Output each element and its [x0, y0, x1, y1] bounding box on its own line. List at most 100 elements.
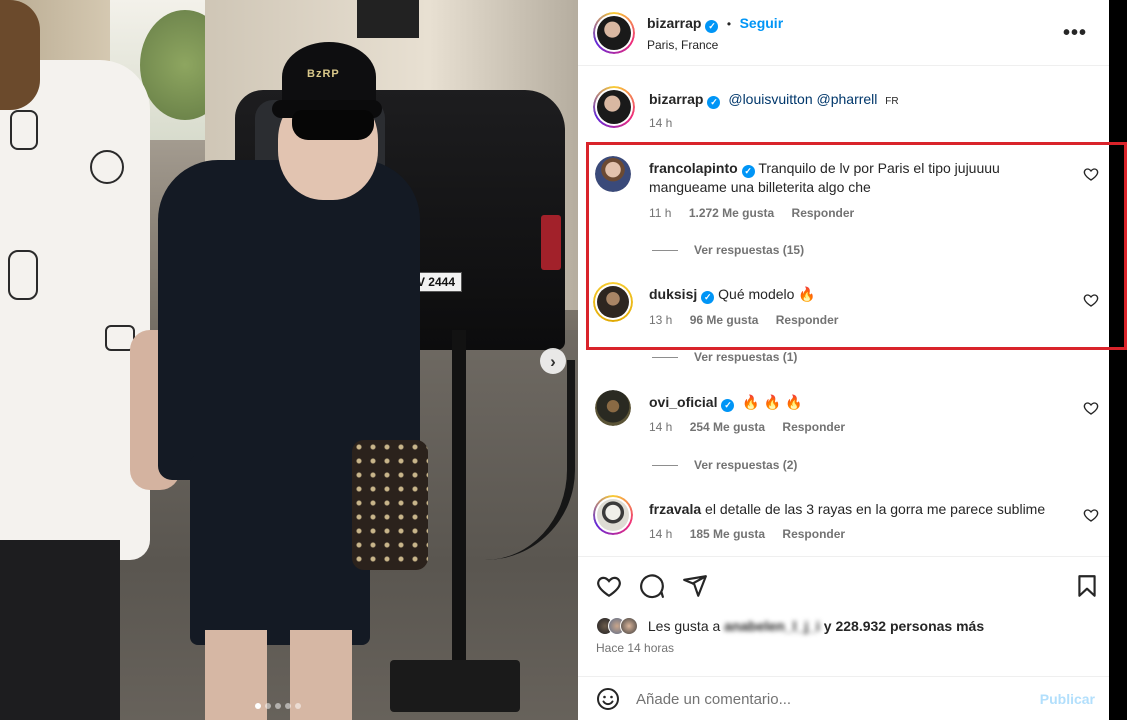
verified-badge-icon: ✓: [741, 165, 755, 178]
commenter-username[interactable]: duksisj: [649, 286, 697, 302]
add-comment-input[interactable]: [636, 688, 1016, 710]
comment-item: francolapinto ✓ Tranquilo de lv por Paris…: [578, 156, 1109, 236]
author-avatar[interactable]: [593, 12, 635, 54]
comment-likes[interactable]: 1.272 Me gusta: [689, 206, 774, 220]
verified-badge-icon: ✓: [705, 20, 719, 33]
comment-meta: 14 h 254 Me gusta Responder: [649, 420, 845, 434]
hair: [0, 0, 40, 110]
caption-text: bizarrap ✓ @louisvuitton @pharrell FR: [649, 90, 1054, 111]
reply-button[interactable]: Responder: [792, 206, 855, 220]
view-replies-button[interactable]: Ver respuestas (2): [652, 458, 797, 472]
comment-body: Qué modelo 🔥: [718, 286, 816, 302]
add-comment-bar: Publicar: [578, 676, 1109, 720]
comment-text: francolapinto ✓ Tranquilo de lv por Paris…: [649, 159, 1054, 197]
like-comment-heart-icon[interactable]: [1083, 166, 1099, 182]
white-jacket-person: [0, 60, 150, 560]
comment-meta: 13 h 96 Me gusta Responder: [649, 313, 838, 327]
barrier-pole-base: [390, 660, 520, 712]
comment-likes[interactable]: 185 Me gusta: [690, 527, 765, 541]
like-comment-heart-icon[interactable]: [1083, 400, 1099, 416]
commenter-avatar[interactable]: [593, 282, 633, 322]
cap-logo: BzRP: [307, 68, 340, 80]
verified-badge-icon: ✓: [707, 96, 721, 109]
jacket-doodle: [10, 110, 38, 150]
post-photo[interactable]: V 2444 BzRP ›: [0, 0, 578, 720]
comment-time: 14 h: [649, 420, 673, 434]
comment-time: 14 h: [649, 527, 673, 541]
separator-dot: •: [726, 17, 732, 31]
verified-badge-icon: ✓: [721, 399, 735, 412]
comment-item: duksisj ✓ Qué modelo 🔥 13 h 96 Me gusta R…: [578, 282, 1109, 342]
commenter-username[interactable]: frzavala: [649, 501, 701, 517]
comment-likes[interactable]: 254 Me gusta: [690, 420, 765, 434]
caption-mentions[interactable]: @louisvuitton @pharrell: [728, 91, 877, 107]
caption-time: 14 h: [649, 116, 673, 130]
verified-badge-icon: ✓: [701, 291, 715, 304]
carousel-dot[interactable]: [275, 703, 281, 709]
like-heart-icon[interactable]: [596, 573, 622, 599]
view-replies-button[interactable]: Ver respuestas (15): [652, 243, 804, 257]
caption-author-avatar[interactable]: [593, 86, 635, 128]
barrier-pole: [452, 330, 466, 690]
more-options-icon[interactable]: •••: [1063, 22, 1087, 45]
emoji-icon[interactable]: [596, 687, 620, 711]
jacket-doodle: [90, 150, 124, 184]
view-replies-button[interactable]: Ver respuestas (1): [652, 350, 797, 364]
commenter-username[interactable]: francolapinto: [649, 160, 738, 176]
liker-avatar[interactable]: [620, 617, 638, 635]
commenter-avatar[interactable]: [595, 390, 631, 426]
black-shorts: [190, 455, 370, 645]
comment-body: 🔥 🔥 🔥: [742, 394, 803, 410]
likes-summary: Les gusta a anabelen_l_j_i y 228.932 per…: [596, 617, 984, 635]
carousel-dot[interactable]: [285, 703, 291, 709]
comment-icon[interactable]: [639, 573, 665, 599]
shop-sign: [357, 0, 419, 38]
reply-button[interactable]: Responder: [782, 527, 845, 541]
sunglasses: [292, 110, 374, 140]
comment-item: ovi_oficial ✓ 🔥 🔥 🔥 14 h 254 Me gusta Res…: [578, 390, 1109, 450]
carousel-dots: [255, 703, 301, 709]
commenter-username[interactable]: ovi_oficial: [649, 394, 717, 410]
commenter-avatar[interactable]: [595, 156, 631, 192]
comment-body: el detalle de las 3 rayas en la gorra me…: [705, 501, 1046, 517]
comment-likes[interactable]: 96 Me gusta: [690, 313, 759, 327]
liker-username[interactable]: anabelen_l_j_i: [724, 618, 820, 634]
comment-text: ovi_oficial ✓ 🔥 🔥 🔥: [649, 393, 1054, 412]
post-side-panel: bizarrap ✓ • Seguir Paris, France ••• biz…: [578, 0, 1109, 720]
instagram-post-viewer: V 2444 BzRP › bizarrap ✓ • Seguir Paris,…: [0, 0, 1127, 720]
monogram-bag: [352, 440, 428, 570]
carousel-next-button[interactable]: ›: [540, 348, 566, 374]
carousel-dot[interactable]: [295, 703, 301, 709]
commenter-avatar[interactable]: [593, 495, 633, 535]
dark-pants: [0, 540, 120, 720]
caption-username[interactable]: bizarrap: [649, 91, 703, 107]
like-comment-heart-icon[interactable]: [1083, 507, 1099, 523]
likes-count[interactable]: y 228.932 personas más: [824, 618, 984, 634]
comment-meta: 11 h 1.272 Me gusta Responder: [649, 206, 854, 220]
author-username[interactable]: bizarrap: [647, 15, 701, 31]
reply-button[interactable]: Responder: [776, 313, 839, 327]
black-shirt: [158, 160, 420, 480]
post-header: bizarrap ✓ • Seguir Paris, France •••: [578, 0, 1109, 66]
comment-text: frzavala el detalle de las 3 rayas en la…: [649, 500, 1054, 519]
reply-button[interactable]: Responder: [782, 420, 845, 434]
like-comment-heart-icon[interactable]: [1083, 292, 1099, 308]
jacket-doodle: [8, 250, 38, 300]
likes-prefix: Les gusta a: [647, 618, 721, 634]
right-edge: [1109, 0, 1127, 720]
follow-button[interactable]: Seguir: [740, 15, 784, 31]
post-time-ago: Hace 14 horas: [596, 641, 675, 655]
author-line: bizarrap ✓ • Seguir: [647, 15, 783, 33]
carousel-dot[interactable]: [265, 703, 271, 709]
comment-text: duksisj ✓ Qué modelo 🔥: [649, 285, 1054, 304]
comment-item: frzavala el detalle de las 3 rayas en la…: [578, 495, 1109, 551]
comment-meta: 14 h 185 Me gusta Responder: [649, 527, 845, 541]
comment-time: 13 h: [649, 313, 673, 327]
comment-time: 11 h: [649, 206, 672, 220]
share-icon[interactable]: [682, 573, 708, 599]
caption: bizarrap ✓ @louisvuitton @pharrell FR 14 …: [578, 86, 1109, 136]
post-location[interactable]: Paris, France: [647, 38, 718, 52]
carousel-dot[interactable]: [255, 703, 261, 709]
publish-button[interactable]: Publicar: [1040, 691, 1095, 707]
bookmark-icon[interactable]: [1074, 573, 1100, 599]
